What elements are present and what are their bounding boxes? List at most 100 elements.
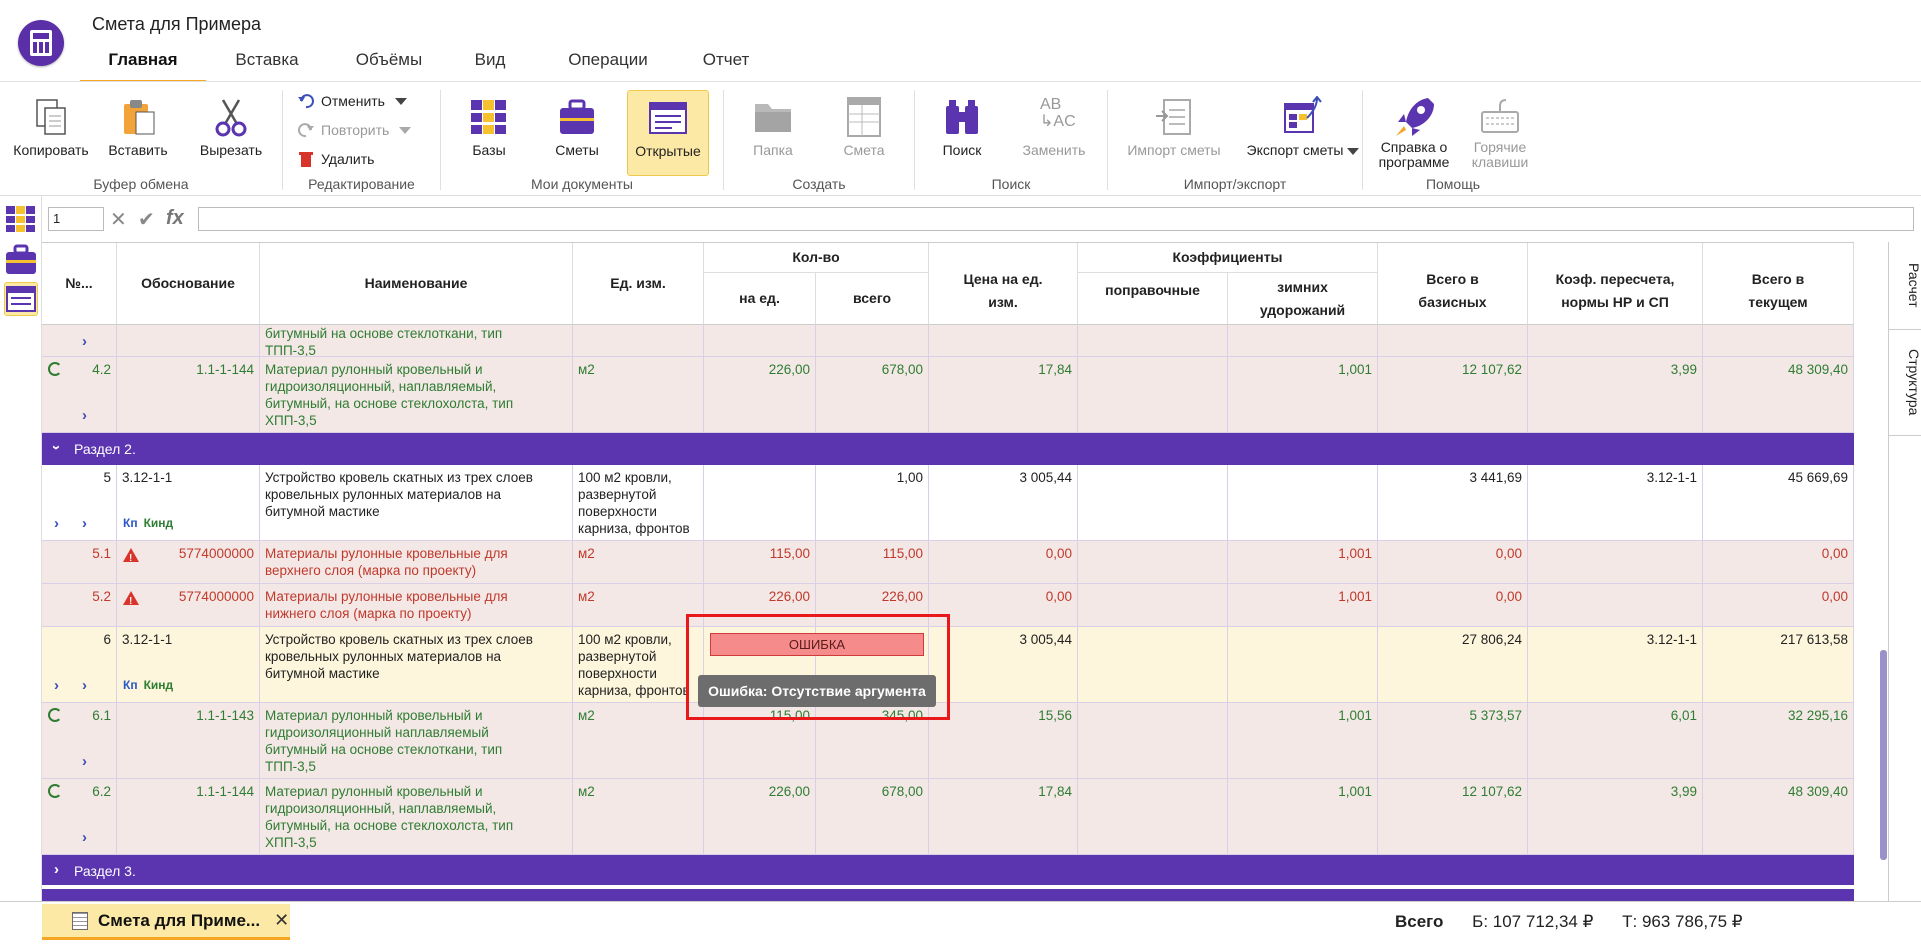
group-create: Папка Смета Создать <box>724 88 914 196</box>
header-recalc[interactable]: Коэф. пересчета, нормы НР и СП <box>1528 243 1703 325</box>
expand-icon[interactable]: › <box>54 677 59 694</box>
header-basis[interactable]: Обоснование <box>117 243 260 325</box>
undo-button[interactable]: Отменить <box>297 90 407 112</box>
briefcase-icon <box>557 96 597 138</box>
paste-button[interactable]: Вставить <box>100 94 176 176</box>
expand-icon[interactable]: › <box>54 861 59 878</box>
bases-button[interactable]: Базы <box>459 94 519 176</box>
undo-dropdown-icon[interactable] <box>394 97 407 105</box>
tab-report[interactable]: Отчет <box>686 46 766 84</box>
spreadsheet-icon <box>844 96 884 138</box>
app-logo-icon[interactable] <box>18 20 64 66</box>
table-row[interactable]: 4.2 › 1.1-1-144 Материал рулонный кровель… <box>42 357 1854 433</box>
search-button[interactable]: Поиск <box>929 94 995 176</box>
totals: Всего Б: 107 712,34 ₽ Т: 963 786,75 ₽ <box>1395 912 1767 932</box>
header-current-total[interactable]: Всего в текущем <box>1703 243 1854 325</box>
cell-reference-input[interactable]: 1 <box>48 207 104 231</box>
expand-icon[interactable]: › <box>82 407 87 424</box>
header-qty-total[interactable]: всего <box>816 273 929 325</box>
section-row[interactable] <box>42 889 1854 901</box>
header-base-total[interactable]: Всего в базисных <box>1378 243 1528 325</box>
estimate-grid: №... Обоснование Наименование Ед. изм. К… <box>42 242 1854 901</box>
header-name[interactable]: Наименование <box>260 243 573 325</box>
estimates-button[interactable]: Сметы <box>545 94 609 176</box>
collapse-icon[interactable]: › <box>48 445 65 450</box>
header-num[interactable]: №... <box>42 243 117 325</box>
status-bar: Смета для Приме... ✕ Всего Б: 107 712,34… <box>0 901 1921 945</box>
sidebar-opened-icon[interactable] <box>4 282 38 316</box>
group-label-clipboard: Буфер обмена <box>93 176 189 192</box>
new-estimate-button[interactable]: Смета <box>828 94 900 176</box>
expand-icon[interactable]: › <box>82 333 87 350</box>
tab-volumes[interactable]: Объёмы <box>328 46 450 84</box>
redo-button[interactable]: Повторить <box>297 119 412 141</box>
confirm-icon[interactable]: ✔ <box>138 207 155 232</box>
sidebar-estimates-icon[interactable] <box>4 242 38 276</box>
expand-icon[interactable]: › <box>82 515 87 532</box>
cancel-icon[interactable]: ✕ <box>110 207 127 232</box>
books-icon <box>469 96 509 138</box>
export-dropdown-icon[interactable] <box>1347 148 1360 155</box>
group-label-help: Помощь <box>1425 176 1481 192</box>
hotkeys-button[interactable]: Горячие клавиши <box>1463 94 1537 176</box>
group-help: Справка о программе Горячие клавиши Помо… <box>1363 88 1543 196</box>
section-row[interactable]: › Раздел 3. <box>42 855 1854 887</box>
header-qty-per[interactable]: на ед. <box>704 273 816 325</box>
trash-icon <box>297 150 315 168</box>
export-estimate-button[interactable]: Экспорт сметы <box>1244 94 1362 176</box>
cut-button[interactable]: Вырезать <box>190 94 272 176</box>
group-clipboard: Копировать Вставить Вырезать Буфер обмен… <box>0 88 282 196</box>
header-qty: Кол-во <box>704 243 929 273</box>
group-documents: Базы Сметы Открытые Мои документы <box>441 88 723 196</box>
table-row[interactable]: › битумный на основе стеклоткани, тип ТПП… <box>42 325 1854 357</box>
group-label-create: Создать <box>792 176 846 192</box>
expand-icon[interactable]: › <box>82 829 87 846</box>
header-price[interactable]: Цена на ед. изм. <box>929 243 1078 325</box>
tab-home[interactable]: Главная <box>80 46 206 84</box>
replace-button[interactable]: AB ↳AC Заменить <box>1015 94 1093 176</box>
tab-view[interactable]: Вид <box>450 46 530 84</box>
header-unit[interactable]: Ед. изм. <box>573 243 704 325</box>
group-label-documents: Мои документы <box>530 176 633 192</box>
tab-calculation[interactable]: Расчет <box>1889 242 1921 330</box>
redo-dropdown-icon[interactable] <box>399 126 412 134</box>
formula-input[interactable] <box>198 207 1914 231</box>
close-icon[interactable]: ✕ <box>274 910 289 931</box>
vertical-scrollbar[interactable] <box>1880 650 1887 860</box>
opened-button[interactable]: Открытые <box>627 90 709 176</box>
recalc-icon <box>48 708 62 722</box>
sidebar-bases-icon[interactable] <box>4 202 38 236</box>
paste-icon <box>118 96 158 138</box>
delete-button[interactable]: Удалить <box>297 148 374 170</box>
tab-operations[interactable]: Операции <box>530 46 686 84</box>
ribbon: Копировать Вставить Вырезать Буфер обмен… <box>0 81 1921 196</box>
import-icon <box>1154 96 1194 138</box>
error-highlight-frame <box>686 614 950 720</box>
recalc-icon <box>48 362 62 376</box>
document-icon <box>72 911 88 930</box>
scissors-icon <box>211 96 251 138</box>
header-coef-corr[interactable]: поправочные <box>1078 273 1228 325</box>
expand-icon[interactable]: › <box>82 677 87 694</box>
section-row[interactable]: › Раздел 2. <box>42 433 1854 465</box>
expand-icon[interactable]: › <box>82 753 87 770</box>
tab-insert[interactable]: Вставка <box>206 46 328 84</box>
folder-button[interactable]: Папка <box>740 94 806 176</box>
title-bar: Смета для Примера Главная Вставка Объёмы… <box>0 0 1921 84</box>
export-icon <box>1283 95 1323 138</box>
import-estimate-button[interactable]: Импорт сметы <box>1112 94 1236 176</box>
expand-icon[interactable]: › <box>54 515 59 532</box>
table-row[interactable]: 6.2 › 1.1-1-144 Материал рулонный кровель… <box>42 779 1854 855</box>
header-coef-winter[interactable]: зимних удорожаний <box>1228 273 1378 325</box>
warning-icon <box>123 548 139 567</box>
about-button[interactable]: Справка о программе <box>1371 94 1457 176</box>
function-icon[interactable]: fx <box>166 207 184 230</box>
copy-button[interactable]: Копировать <box>8 94 94 176</box>
table-row[interactable]: 5 › › 3.12-1-1 Кп Кинд Устройство кровель ск… <box>42 465 1854 541</box>
left-sidebar <box>0 196 42 901</box>
tab-structure[interactable]: Структура <box>1889 330 1921 436</box>
header-coefficients: Коэффициенты <box>1078 243 1378 273</box>
table-row[interactable]: 5.1 5774000000 Материалы рулонные кровел… <box>42 541 1854 584</box>
document-tab[interactable]: Смета для Приме... ✕ <box>42 904 290 940</box>
total-label: Всего <box>1395 912 1444 931</box>
